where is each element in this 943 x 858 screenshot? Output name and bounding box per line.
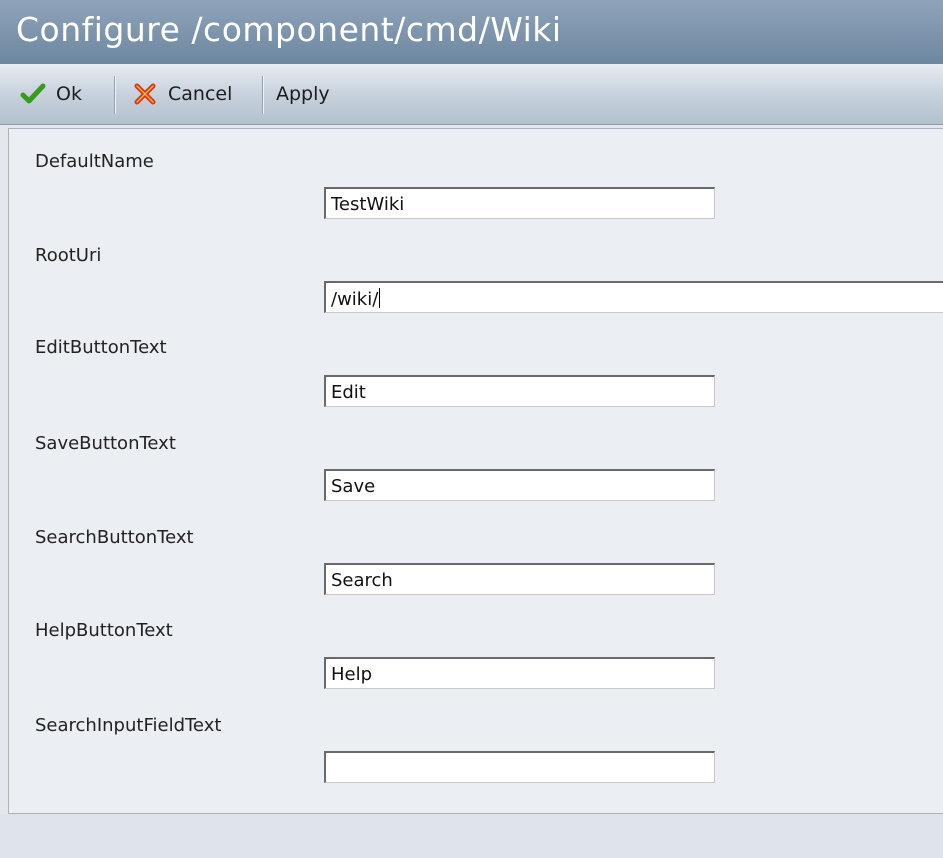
apply-label: Apply (276, 83, 330, 105)
defaultname-input[interactable]: TestWiki (324, 187, 715, 219)
toolbar-separator (114, 76, 116, 114)
toolbar: Ok Cancel Apply (0, 64, 943, 125)
checkmark-icon (20, 81, 46, 107)
cancel-button[interactable]: Cancel (132, 74, 232, 114)
field-label-searchbuttontext: SearchButtonText (35, 527, 194, 548)
cancel-label: Cancel (168, 83, 233, 105)
apply-button[interactable]: Apply (276, 74, 330, 114)
field-label-savebuttontext: SaveButtonText (35, 433, 176, 454)
searchbuttontext-input[interactable]: Search (324, 563, 715, 595)
toolbar-separator (262, 76, 264, 114)
dialog-footer (0, 814, 943, 858)
title-bar: Configure /component/cmd/Wiki (0, 0, 943, 65)
searchinputfieldtext-input[interactable] (324, 751, 715, 783)
editbuttontext-input[interactable]: Edit (324, 375, 715, 407)
field-label-editbuttontext: EditButtonText (35, 337, 167, 358)
field-label-helpbuttontext: HelpButtonText (35, 620, 173, 641)
x-icon (132, 81, 158, 107)
field-label-defaultname: DefaultName (35, 151, 154, 172)
field-label-rooturi: RootUri (35, 245, 102, 266)
rooturi-value: /wiki/ (331, 289, 379, 310)
text-cursor (379, 288, 381, 308)
configure-dialog: Configure /component/cmd/Wiki Ok Cancel … (0, 0, 943, 858)
settings-panel: DefaultName TestWiki RootUri /wiki/ Edit… (8, 128, 943, 814)
window-title: Configure /component/cmd/Wiki (16, 10, 562, 49)
ok-label: Ok (56, 83, 82, 105)
savebuttontext-input[interactable]: Save (324, 469, 715, 501)
helpbuttontext-input[interactable]: Help (324, 657, 715, 689)
ok-button[interactable]: Ok (20, 74, 82, 114)
field-label-searchinputfieldtext: SearchInputFieldText (35, 715, 222, 736)
rooturi-input[interactable]: /wiki/ (324, 281, 943, 313)
